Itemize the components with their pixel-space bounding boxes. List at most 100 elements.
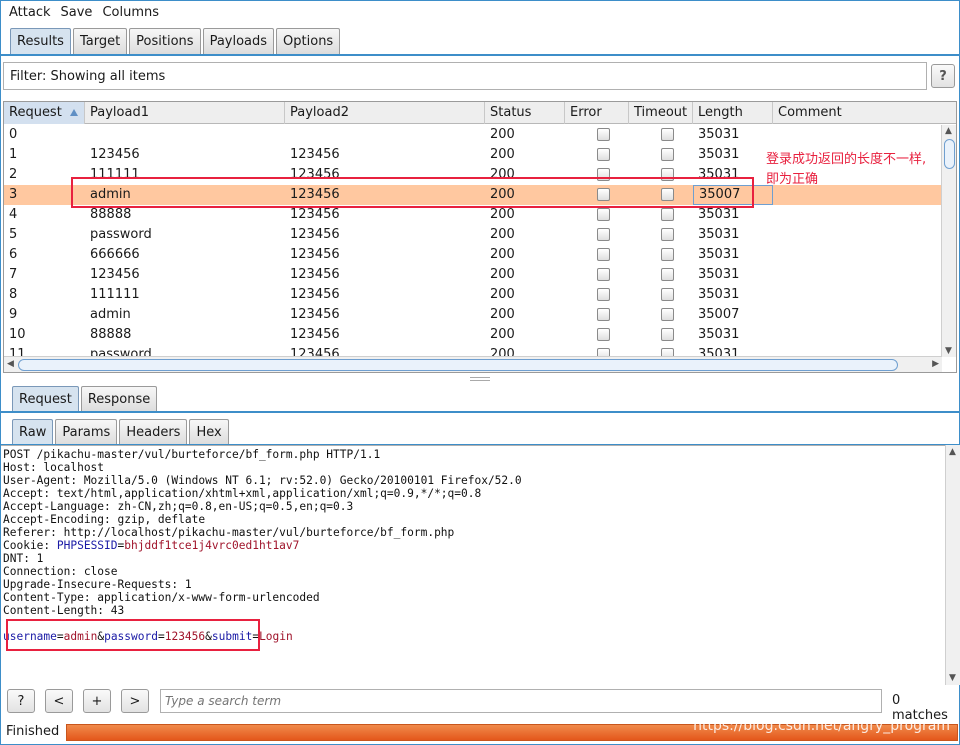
cookie-value: bhjddf1tce1j4vrc0ed1ht1av7	[124, 539, 300, 552]
tab-positions[interactable]: Positions	[129, 28, 201, 54]
timeout-checkbox	[661, 308, 674, 321]
cell-request: 4	[9, 207, 18, 222]
tab-params[interactable]: Params	[55, 419, 118, 445]
request-response-tabs: Request Response	[12, 386, 159, 412]
filter-help-button[interactable]: ?	[931, 64, 955, 88]
raw-vertical-scrollbar[interactable]: ▲ ▼	[945, 445, 960, 685]
col-length[interactable]: Length	[693, 102, 773, 124]
cell-request: 2	[9, 167, 18, 182]
menu-save[interactable]: Save	[61, 5, 93, 20]
col-request[interactable]: Request	[4, 102, 85, 124]
previous-button[interactable]: <	[45, 689, 73, 713]
col-error[interactable]: Error	[565, 102, 629, 124]
cell-status: 200	[490, 127, 515, 142]
param-value: admin	[63, 630, 98, 643]
cell-status: 200	[490, 207, 515, 222]
cell-request: 8	[9, 287, 18, 302]
col-status[interactable]: Status	[485, 102, 565, 124]
error-checkbox	[597, 148, 610, 161]
help-button[interactable]: ?	[7, 689, 35, 713]
cell-status: 200	[490, 167, 515, 182]
raw-body-line: username=admin&password=123456&submit=Lo…	[3, 630, 293, 643]
cell-length: 35031	[698, 327, 740, 342]
tab-response[interactable]: Response	[80, 386, 158, 412]
raw-line: Upgrade-Insecure-Requests: 1	[3, 578, 192, 591]
tab-headers[interactable]: Headers	[119, 419, 188, 445]
param-value: 123456	[164, 630, 206, 643]
col-timeout[interactable]: Timeout	[629, 102, 693, 124]
cell-request: 1	[9, 147, 18, 162]
raw-line: Content-Type: application/x-www-form-url…	[3, 591, 320, 604]
tab-options[interactable]: Options	[276, 28, 341, 54]
cell-request: 5	[9, 227, 18, 242]
raw-cookie-line: Cookie: PHPSESSID=bhjddf1tce1j4vrc0ed1ht…	[3, 539, 300, 552]
scroll-left-icon[interactable]: ◀	[7, 359, 14, 369]
raw-line: Accept: text/html,application/xhtml+xml,…	[3, 487, 482, 500]
error-checkbox	[597, 308, 610, 321]
tab-payloads[interactable]: Payloads	[202, 28, 275, 54]
cell-payload1: 123456	[90, 147, 140, 162]
table-row[interactable]: 0 200 35031	[4, 125, 942, 145]
col-payload2[interactable]: Payload2	[285, 102, 485, 124]
timeout-checkbox	[661, 168, 674, 181]
error-checkbox	[597, 168, 610, 181]
raw-request-editor[interactable]: POST /pikachu-master/vul/burteforce/bf_f…	[1, 445, 958, 685]
next-button[interactable]: >	[121, 689, 149, 713]
table-horizontal-scrollbar[interactable]: ◀ ▶	[4, 356, 942, 372]
watermark-text: https://blog.csdn.net/angry_program	[693, 718, 950, 734]
cell-length: 35031	[698, 227, 740, 242]
scroll-right-icon[interactable]: ▶	[932, 359, 939, 369]
req-tabs-divider	[1, 411, 959, 413]
raw-scroll-down-icon[interactable]: ▼	[949, 673, 956, 683]
col-payload1[interactable]: Payload1	[85, 102, 285, 124]
table-row[interactable]: 9 admin 123456 200 35007	[4, 305, 942, 325]
pane-splitter[interactable]	[470, 377, 490, 381]
cell-status: 200	[490, 247, 515, 262]
cell-payload2: 123456	[290, 327, 340, 342]
add-button[interactable]: +	[83, 689, 111, 713]
table-row[interactable]: 8 111111 123456 200 35031	[4, 285, 942, 305]
scroll-up-icon[interactable]: ▲	[945, 126, 952, 136]
table-row[interactable]: 7 123456 123456 200 35031	[4, 265, 942, 285]
error-checkbox	[597, 188, 610, 201]
cell-length: 35031	[698, 147, 740, 162]
col-comment[interactable]: Comment	[773, 102, 956, 124]
tab-request[interactable]: Request	[12, 386, 79, 412]
cell-request: 7	[9, 267, 18, 282]
scroll-down-icon[interactable]: ▼	[945, 346, 952, 356]
search-input[interactable]	[160, 689, 882, 713]
cell-request: 0	[9, 127, 18, 142]
menu-attack[interactable]: Attack	[9, 5, 51, 20]
timeout-checkbox	[661, 208, 674, 221]
cell-payload1: 123456	[90, 267, 140, 282]
cell-request: 6	[9, 247, 18, 262]
raw-scroll-up-icon[interactable]: ▲	[949, 447, 956, 457]
annotation-line-2: 即为正确	[766, 172, 819, 187]
cell-status: 200	[490, 187, 515, 202]
cell-payload1: 666666	[90, 247, 140, 262]
sort-ascending-icon	[70, 109, 78, 116]
filter-bar[interactable]: Filter: Showing all items	[3, 62, 927, 90]
table-horizontal-scroll-thumb[interactable]	[18, 359, 898, 371]
table-row[interactable]: 10 88888 123456 200 35031	[4, 325, 942, 345]
cell-payload2: 123456	[290, 307, 340, 322]
menu-columns[interactable]: Columns	[102, 5, 159, 20]
cell-payload2	[285, 125, 290, 145]
table-vertical-scrollbar[interactable]: ▲ ▼	[941, 125, 956, 357]
tab-raw[interactable]: Raw	[12, 419, 54, 445]
tab-hex[interactable]: Hex	[189, 419, 229, 445]
table-vertical-scroll-thumb[interactable]	[944, 139, 955, 169]
cell-payload2: 123456	[290, 227, 340, 242]
cell-payload1: 88888	[90, 327, 132, 342]
tabs-divider	[1, 54, 959, 56]
cookie-key: PHPSESSID	[56, 539, 118, 552]
tab-target[interactable]: Target	[72, 28, 128, 54]
cell-payload1: 88888	[90, 207, 132, 222]
table-row[interactable]: 6 666666 123456 200 35031	[4, 245, 942, 265]
param-key: username	[3, 630, 57, 643]
cell-request: 9	[9, 307, 18, 322]
raw-line: User-Agent: Mozilla/5.0 (Windows NT 6.1;…	[3, 474, 522, 487]
table-row[interactable]: 4 88888 123456 200 35031	[4, 205, 942, 225]
table-row[interactable]: 5 password 123456 200 35031	[4, 225, 942, 245]
tab-results[interactable]: Results	[10, 28, 71, 54]
